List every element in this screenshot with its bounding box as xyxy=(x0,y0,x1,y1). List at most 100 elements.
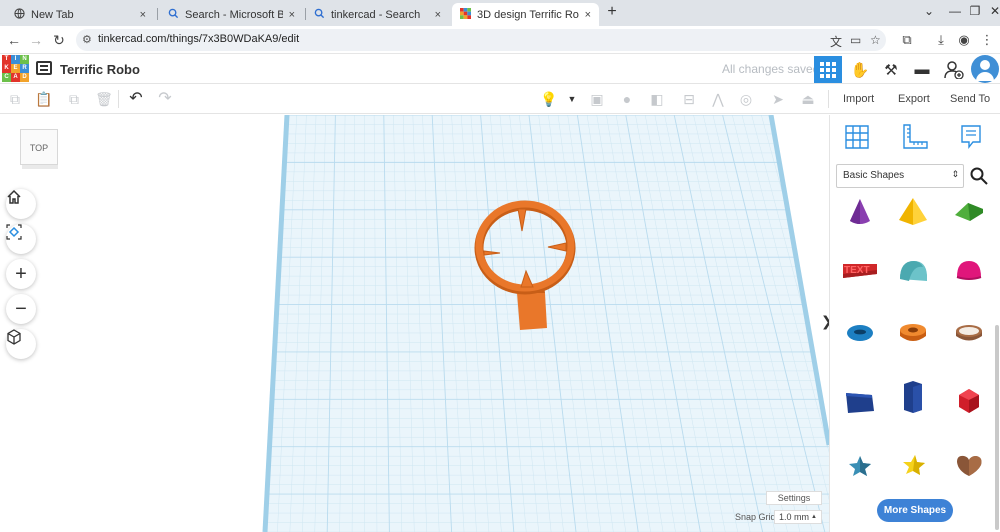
shape-torus[interactable] xyxy=(835,305,885,361)
design-menu-icon[interactable] xyxy=(36,61,52,75)
trash-icon[interactable]: 🗑 xyxy=(95,90,113,108)
extensions-icon[interactable]: ⧉ xyxy=(898,31,916,49)
shapes-panel: Basic Shapes ⇕ TEXT More Shapes xyxy=(829,115,1000,532)
shape-polyhedron[interactable] xyxy=(944,373,994,429)
bookmark-star-icon[interactable]: ☆ xyxy=(870,33,881,47)
view-cube[interactable]: TOP xyxy=(20,129,60,171)
note-icon[interactable]: ▣ xyxy=(588,90,606,108)
browser-tab-tinkercad-design[interactable]: 3D design Terrific Robo - Tinke × xyxy=(452,3,599,26)
home-view-button[interactable] xyxy=(6,189,36,219)
import-button[interactable]: Import xyxy=(843,93,874,105)
mirror-icon[interactable]: ⋀ xyxy=(709,90,727,108)
browser-tab-bing[interactable]: Search - Microsoft Bing × xyxy=(160,3,303,26)
panel-scrollbar[interactable] xyxy=(995,325,999,530)
url-bar[interactable]: ⚙ tinkercad.com/things/7x3B0WDaKA9/edit … xyxy=(76,29,886,51)
tab-title: tinkercad - Search xyxy=(331,8,421,21)
lightbulb-icon[interactable]: 💡 xyxy=(540,90,558,108)
download-icon[interactable]: ⤓ xyxy=(932,31,950,49)
align-icon[interactable]: ⊟ xyxy=(680,90,698,108)
group-icon[interactable]: ◎ xyxy=(737,90,755,108)
undo-icon[interactable]: ↶ xyxy=(127,90,145,108)
site-info-icon[interactable]: ⚙ xyxy=(82,33,92,46)
maximize-icon[interactable]: ❐ xyxy=(966,4,984,20)
tinkercad-logo[interactable]: TINKERCAD xyxy=(2,55,29,82)
more-shapes-button[interactable]: More Shapes xyxy=(877,499,953,522)
more-menu-icon[interactable]: ⋮ xyxy=(978,31,996,49)
back-icon[interactable]: ← xyxy=(5,31,23,49)
browser-tab-tinkercad-search[interactable]: tinkercad - Search × xyxy=(306,3,449,26)
add-user-icon[interactable] xyxy=(940,56,968,83)
chevron-down-icon[interactable]: ▼ xyxy=(563,90,581,108)
zoom-out-button[interactable]: − xyxy=(6,294,36,324)
solid-hole-icon[interactable]: ◧ xyxy=(648,90,666,108)
duplicate-icon[interactable]: ⧉ xyxy=(65,90,83,108)
shape-roof[interactable] xyxy=(944,183,994,239)
tab-divider xyxy=(157,8,158,20)
perspective-button[interactable] xyxy=(6,329,36,359)
project-name[interactable]: Terrific Robo xyxy=(60,62,140,77)
tab-title: New Tab xyxy=(31,8,74,21)
chevron-up-icon: ▲ xyxy=(811,514,817,520)
translate-icon[interactable]: 文 xyxy=(830,33,842,50)
copy-icon[interactable]: ⧉ xyxy=(6,90,24,108)
shape-text[interactable]: TEXT xyxy=(835,242,885,298)
workplane-grid[interactable] xyxy=(0,115,829,532)
paste-icon[interactable]: 📋 xyxy=(35,90,53,108)
shape-category-value: Basic Shapes xyxy=(843,170,905,181)
settings-button[interactable]: Settings xyxy=(766,491,822,505)
shape-half-cylinder[interactable] xyxy=(888,242,938,298)
close-icon[interactable]: × xyxy=(289,9,295,21)
bricks-icon[interactable]: ▬ xyxy=(908,56,936,83)
snap-grid-label: Snap Grid xyxy=(735,512,776,522)
sim-lab-hand-icon[interactable]: ✋ xyxy=(846,56,874,83)
logo-letter: I xyxy=(11,55,20,64)
shape-ring[interactable] xyxy=(944,305,994,361)
minimize-icon[interactable]: — xyxy=(946,4,964,20)
send-to-button[interactable]: Send To xyxy=(950,93,990,105)
url-text[interactable]: tinkercad.com/things/7x3B0WDaKA9/edit xyxy=(98,33,299,45)
workplane-viewport[interactable]: TOP + − Settings Snap Grid 1.0 mm ▲ ❯ xyxy=(0,115,829,532)
new-tab-button[interactable]: + xyxy=(604,4,620,22)
close-icon[interactable]: × xyxy=(435,9,441,21)
cruise-icon[interactable]: ➤ xyxy=(769,90,787,108)
logo-letter: A xyxy=(11,73,20,82)
shape-paraboloid[interactable] xyxy=(944,242,994,298)
blocks-hammer-icon[interactable]: ⚒ xyxy=(877,56,905,83)
chevron-down-icon[interactable]: ⌄ xyxy=(920,4,938,20)
shape-heart[interactable] xyxy=(944,437,994,493)
fit-view-button[interactable] xyxy=(6,224,36,254)
notes-icon[interactable] xyxy=(957,123,985,151)
3d-view-grid-icon[interactable] xyxy=(814,56,842,83)
export-button[interactable]: Export xyxy=(898,93,930,105)
minus-icon: − xyxy=(15,297,27,320)
forward-icon[interactable]: → xyxy=(27,31,45,49)
shape-cone[interactable] xyxy=(835,183,885,239)
workplane-grid-icon[interactable] xyxy=(843,123,871,151)
close-icon[interactable]: × xyxy=(585,9,591,21)
shape-tube[interactable] xyxy=(888,305,938,361)
reload-icon[interactable]: ↻ xyxy=(50,31,68,49)
shape-star-gold[interactable] xyxy=(888,437,938,493)
browser-tab-new-tab[interactable]: New Tab × xyxy=(6,3,154,26)
select-arrows-icon: ⇕ xyxy=(951,169,959,179)
window-close-icon[interactable]: ✕ xyxy=(986,4,1000,20)
toolbar-divider xyxy=(828,90,829,108)
shape-star[interactable] xyxy=(835,437,885,493)
collapse-panel-chevron-icon[interactable]: ❯ xyxy=(821,313,829,330)
view-cube-top-face[interactable]: TOP xyxy=(20,129,58,165)
profile-icon[interactable]: ◉ xyxy=(955,31,973,49)
avatar[interactable] xyxy=(971,55,999,83)
shape-chat-icon[interactable]: ● xyxy=(618,90,636,108)
shape-pyramid[interactable] xyxy=(888,183,938,239)
redo-icon[interactable]: ↷ xyxy=(156,90,174,108)
snap-grid-select[interactable]: 1.0 mm ▲ xyxy=(774,510,822,524)
ruler-icon[interactable] xyxy=(901,123,929,151)
shape-box[interactable] xyxy=(835,373,885,429)
zoom-in-button[interactable]: + xyxy=(6,259,36,289)
view-cube-side xyxy=(22,165,58,169)
logo-letter: T xyxy=(2,55,11,64)
close-icon[interactable]: × xyxy=(140,9,146,21)
workplane-icon[interactable]: ⏏ xyxy=(799,90,817,108)
cast-icon[interactable]: ▭ xyxy=(850,33,861,47)
shape-hexagonal-prism[interactable] xyxy=(888,369,938,425)
